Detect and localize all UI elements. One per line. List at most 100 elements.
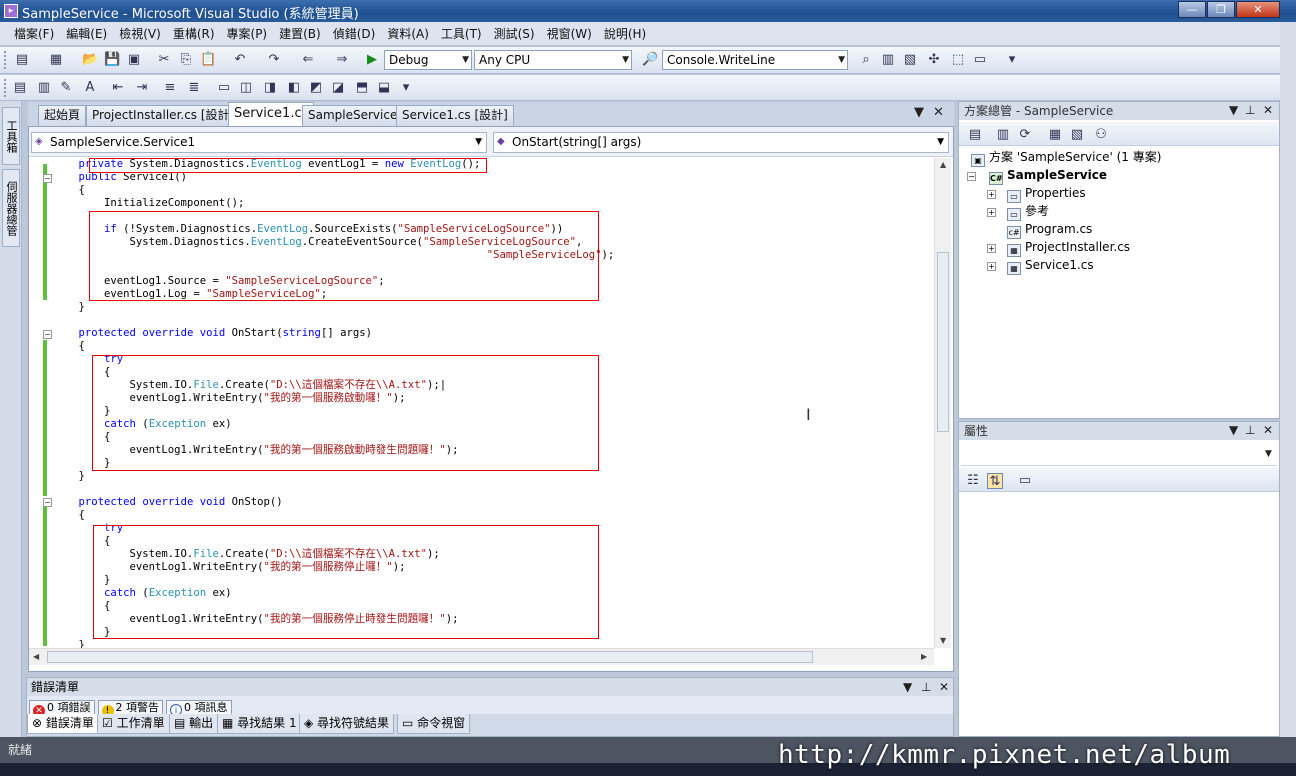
- close-icon[interactable]: ✕: [939, 680, 949, 694]
- code-line[interactable]: catch (Exception ex): [53, 418, 232, 431]
- tab-output[interactable]: ▤ 輸出: [169, 714, 219, 734]
- find-combo[interactable]: Console.WriteLine ▼: [662, 50, 848, 70]
- redo-icon[interactable]: ↷: [266, 52, 282, 68]
- undo-icon[interactable]: ↶: [232, 52, 248, 68]
- comment-out-icon[interactable]: ≡: [162, 80, 178, 96]
- menu-item[interactable]: 專案(P): [221, 25, 274, 42]
- code-line[interactable]: try: [53, 353, 123, 366]
- tab-find-symbol-results[interactable]: ◈ 尋找符號結果: [299, 714, 395, 734]
- members-combo[interactable]: ◆ OnStart(string[] args) ▼: [493, 132, 949, 153]
- vertical-scrollbar[interactable]: ▲ ▼: [934, 158, 951, 648]
- server-explorer-tab[interactable]: 伺服器總管: [2, 169, 20, 247]
- command-window-icon[interactable]: ▭: [972, 52, 988, 68]
- open-file-icon[interactable]: 📂: [82, 52, 98, 68]
- bookmark-next-document-icon[interactable]: ⬒: [354, 80, 370, 96]
- menu-item[interactable]: 工具(T): [435, 25, 488, 42]
- horizontal-scrollbar[interactable]: ◀ ▶: [29, 648, 934, 665]
- paste-icon[interactable]: 📋: [200, 52, 216, 68]
- toolbar-options-icon[interactable]: ▾: [398, 80, 414, 96]
- decrease-indent-icon[interactable]: ⇤: [110, 80, 126, 96]
- code-line[interactable]: private System.Diagnostics.EventLog even…: [53, 158, 481, 171]
- menu-item[interactable]: 資料(A): [381, 25, 435, 42]
- bookmark-toggle-icon[interactable]: ▭: [216, 80, 232, 96]
- view-designer-icon[interactable]: ▧: [1069, 127, 1085, 143]
- code-line[interactable]: eventLog1.Log = "SampleServiceLog";: [53, 288, 327, 301]
- types-combo[interactable]: ◈ SampleService.Service1 ▼: [31, 132, 487, 153]
- alphabetical-icon[interactable]: ⇅: [987, 473, 1003, 489]
- code-editor[interactable]: ◈ SampleService.Service1 ▼ ◆ OnStart(str…: [28, 126, 954, 672]
- code-line[interactable]: }: [53, 626, 110, 639]
- code-line[interactable]: {: [53, 340, 85, 353]
- menu-item[interactable]: 視窗(W): [541, 25, 598, 42]
- object-member-list-icon[interactable]: ▤: [12, 80, 28, 96]
- code-line[interactable]: System.IO.File.Create("D:\\這個檔案不存在\\A.tx…: [53, 379, 447, 392]
- code-line[interactable]: eventLog1.WriteEntry("我的第一個服務啟動時發生問題囉！")…: [53, 444, 459, 457]
- solution-explorer-icon[interactable]: ▥: [880, 52, 896, 68]
- tree-project[interactable]: C# SampleService: [989, 166, 1107, 185]
- bookmark-prev-folder-icon[interactable]: ◧: [286, 80, 302, 96]
- refresh-icon[interactable]: ⟳: [1017, 127, 1033, 143]
- toolbox-icon[interactable]: ✣: [926, 52, 942, 68]
- panel-dropdown-icon[interactable]: ▼: [903, 680, 912, 694]
- code-line[interactable]: {: [53, 535, 110, 548]
- code-line[interactable]: InitializeComponent();: [53, 197, 244, 210]
- menu-item[interactable]: 檔案(F): [8, 25, 60, 42]
- code-line[interactable]: public Service1(): [53, 171, 187, 184]
- clear-bookmarks-icon[interactable]: ⬓: [376, 80, 392, 96]
- close-icon[interactable]: ✕: [1263, 423, 1273, 437]
- menu-item[interactable]: 重構(R): [167, 25, 221, 42]
- code-text[interactable]: private System.Diagnostics.EventLog even…: [53, 158, 933, 648]
- tab-task-list[interactable]: ☑ 工作清單: [97, 714, 170, 734]
- scroll-right-icon[interactable]: ▶: [921, 652, 927, 661]
- tab-service1-design[interactable]: Service1.cs [設計]: [396, 105, 514, 126]
- copy-icon[interactable]: ⎘: [178, 52, 194, 68]
- toolbar-grip[interactable]: [4, 51, 8, 69]
- code-line[interactable]: eventLog1.WriteEntry("我的第一個服務停止囉！");: [53, 561, 406, 574]
- code-line[interactable]: catch (Exception ex): [53, 587, 232, 600]
- menu-item[interactable]: 編輯(E): [60, 25, 113, 42]
- code-line[interactable]: System.IO.File.Create("D:\\這個檔案不存在\\A.tx…: [53, 548, 440, 561]
- code-line[interactable]: {: [53, 184, 85, 197]
- menu-item[interactable]: 測試(S): [488, 25, 541, 42]
- code-line[interactable]: }: [53, 405, 110, 418]
- code-line[interactable]: }: [53, 301, 85, 314]
- menu-item[interactable]: 說明(H): [598, 25, 652, 42]
- property-pages-icon[interactable]: ▭: [1017, 473, 1033, 489]
- view-code-icon[interactable]: ▦: [1047, 127, 1063, 143]
- collapse-icon[interactable]: −: [43, 174, 52, 183]
- tree-service1-cs[interactable]: ▦ Service1.cs: [1007, 256, 1094, 275]
- collapse-icon[interactable]: −: [967, 172, 976, 181]
- tree-projectinstaller-cs[interactable]: ▦ ProjectInstaller.cs: [1007, 238, 1130, 257]
- scroll-thumb[interactable]: [47, 651, 813, 663]
- menu-item[interactable]: 偵錯(D): [327, 25, 382, 42]
- code-line[interactable]: eventLog1.Source = "SampleServiceLogSour…: [53, 275, 385, 288]
- panel-dropdown-icon[interactable]: ▼: [1229, 103, 1238, 117]
- tab-sampleservice[interactable]: SampleService: [302, 105, 404, 126]
- toolbar-options-icon[interactable]: ▾: [1004, 52, 1020, 68]
- bookmark-prev-document-icon[interactable]: ◪: [330, 80, 346, 96]
- code-line[interactable]: }: [53, 639, 85, 648]
- add-item-icon[interactable]: ▦: [48, 52, 64, 68]
- tree-properties[interactable]: ▭ Properties: [1007, 184, 1086, 203]
- code-line[interactable]: System.Diagnostics.EventLog.CreateEventS…: [53, 236, 583, 249]
- code-line[interactable]: {: [53, 509, 85, 522]
- parameter-info-icon[interactable]: ▥: [36, 80, 52, 96]
- pin-icon[interactable]: ⊥: [1245, 423, 1255, 437]
- minimize-button[interactable]: —: [1178, 1, 1206, 18]
- tab-projectinstaller-design[interactable]: ProjectInstaller.cs [設計]: [86, 105, 241, 126]
- tab-error-list[interactable]: ⊗ 錯誤清單: [27, 714, 99, 734]
- scroll-up-icon[interactable]: ▲: [940, 160, 946, 169]
- scroll-left-icon[interactable]: ◀: [33, 652, 39, 661]
- tab-start-page[interactable]: 起始頁: [38, 105, 87, 126]
- quick-info-icon[interactable]: ✎: [58, 80, 74, 96]
- bookmark-next-icon[interactable]: ◨: [262, 80, 278, 96]
- tree-solution[interactable]: ▣ 方案 'SampleService' (1 專案): [971, 148, 1161, 167]
- scroll-down-icon[interactable]: ▼: [940, 636, 946, 645]
- increase-indent-icon[interactable]: ⇥: [134, 80, 150, 96]
- collapse-icon[interactable]: −: [43, 498, 52, 507]
- new-project-icon[interactable]: ▤: [14, 52, 30, 68]
- code-line[interactable]: eventLog1.WriteEntry("我的第一個服務停止時發生問題囉！")…: [53, 613, 459, 626]
- scroll-thumb[interactable]: [937, 252, 949, 432]
- bookmark-previous-icon[interactable]: ◫: [238, 80, 254, 96]
- categorized-icon[interactable]: ☷: [965, 473, 981, 489]
